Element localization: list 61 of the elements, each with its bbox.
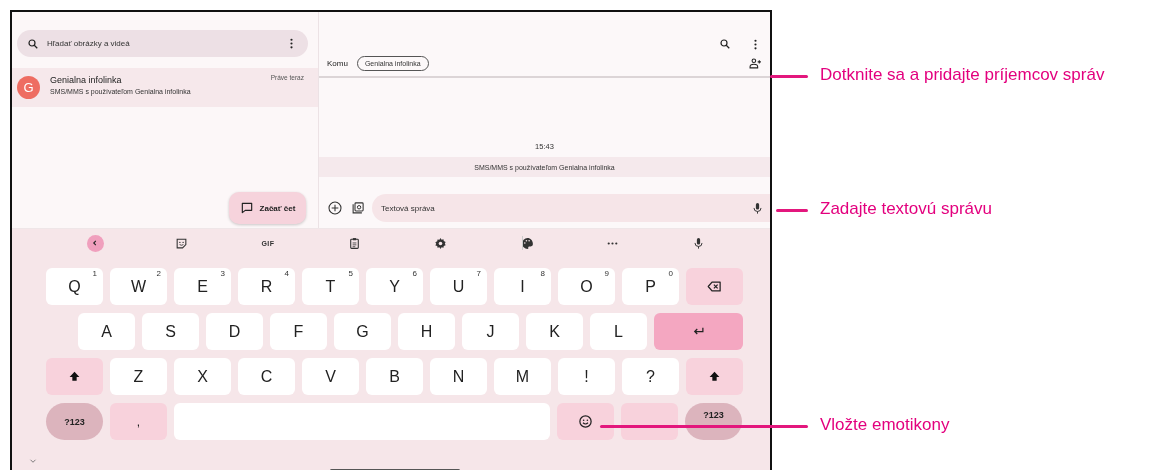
leader-line (776, 208, 808, 212)
add-icon[interactable] (327, 200, 343, 216)
search-icon (27, 37, 39, 50)
key[interactable]: E 3 (174, 268, 231, 305)
gallery-icon[interactable] (350, 200, 365, 216)
key[interactable]: X (174, 358, 231, 395)
callout-label: Zadajte textovú správu (820, 199, 992, 219)
clipboard-icon[interactable] (347, 236, 361, 250)
key[interactable]: , (110, 403, 167, 440)
start-chat-button[interactable]: Začať čet (229, 192, 306, 224)
key[interactable]: G (334, 313, 391, 350)
key[interactable]: R 4 (238, 268, 295, 305)
key[interactable]: Z (110, 358, 167, 395)
key[interactable]: W 2 (110, 268, 167, 305)
key[interactable]: U 7 (430, 268, 487, 305)
key[interactable]: P 0 (622, 268, 679, 305)
key[interactable] (557, 403, 614, 440)
key[interactable]: F (270, 313, 327, 350)
key[interactable]: D (206, 313, 263, 350)
key[interactable]: ? (622, 358, 679, 395)
settings-icon[interactable] (434, 236, 448, 250)
avatar: G (17, 76, 40, 99)
shift-icon (708, 370, 721, 383)
key[interactable]: O 9 (558, 268, 615, 305)
sticker-icon[interactable] (175, 236, 189, 250)
key[interactable]: I 8 (494, 268, 551, 305)
chat-bubble-icon (239, 201, 254, 215)
shift-icon (68, 370, 81, 383)
key[interactable]: Q 1 (46, 268, 103, 305)
key[interactable]: N (430, 358, 487, 395)
key[interactable]: L (590, 313, 647, 350)
key[interactable] (686, 358, 743, 395)
search-icon[interactable] (719, 38, 731, 50)
key[interactable]: T 5 (302, 268, 359, 305)
key[interactable]: J (462, 313, 519, 350)
key[interactable]: M (494, 358, 551, 395)
key[interactable]: V (302, 358, 359, 395)
key[interactable]: S (142, 313, 199, 350)
emoji-icon (578, 414, 593, 429)
back-button[interactable] (86, 234, 104, 252)
message-field[interactable]: Textová správa (372, 194, 770, 222)
key[interactable] (46, 358, 103, 395)
backspace-icon (707, 279, 722, 294)
key[interactable]: K (526, 313, 583, 350)
search-field[interactable]: Hľadať obrázky a videá (17, 30, 308, 57)
mic-icon[interactable] (751, 201, 764, 215)
key[interactable]: Y 6 (366, 268, 423, 305)
key[interactable]: ! (558, 358, 615, 395)
leader-line (770, 74, 808, 78)
callout-label: Vložte emotikony (820, 415, 950, 435)
key[interactable] (686, 268, 743, 305)
contact-name: Genialna infolinka (50, 74, 123, 85)
mic-icon[interactable] (692, 236, 706, 250)
key[interactable]: ?123 (46, 403, 103, 440)
key[interactable]: A (78, 313, 135, 350)
key[interactable]: B (366, 358, 423, 395)
to-label: Komu (327, 58, 348, 68)
key[interactable]: C (238, 358, 295, 395)
add-people-icon[interactable] (749, 56, 762, 70)
key[interactable]: H (398, 313, 455, 350)
callout-label: Dotknite sa a pridajte príjemcov správ (820, 65, 1105, 85)
